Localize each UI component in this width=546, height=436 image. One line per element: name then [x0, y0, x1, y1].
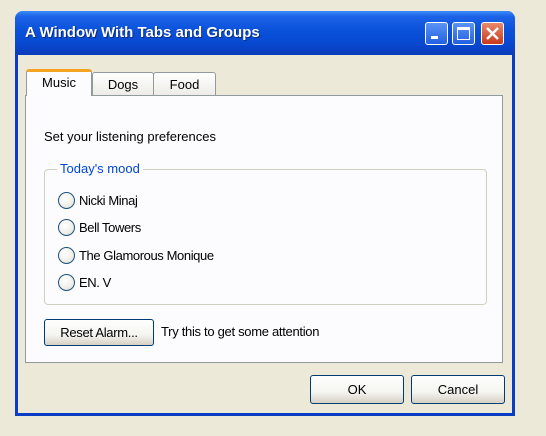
- panel-prompt: Set your listening preferences: [44, 129, 216, 144]
- close-icon: [486, 27, 499, 40]
- maximize-icon: [457, 27, 470, 40]
- ok-button[interactable]: OK: [310, 375, 404, 404]
- radio-option-bell-towers[interactable]: Bell Towers: [58, 217, 141, 237]
- radio-option-en-v[interactable]: EN. V: [58, 272, 111, 292]
- minimize-button[interactable]: [425, 22, 448, 45]
- mood-group-title: Today's mood: [57, 161, 143, 176]
- title-bar[interactable]: A Window With Tabs and Groups: [15, 11, 515, 55]
- reset-hint: Try this to get some attention: [161, 324, 320, 339]
- window-client-area: Music Dogs Food Set your listening prefe…: [18, 55, 512, 413]
- tab-food-label: Food: [169, 77, 200, 92]
- maximize-button[interactable]: [452, 22, 475, 45]
- window-title: A Window With Tabs and Groups: [25, 24, 260, 41]
- minimize-icon: [431, 36, 438, 39]
- radio-label: EN. V: [79, 274, 111, 290]
- close-button[interactable]: [481, 22, 504, 45]
- radio-button[interactable]: [58, 191, 75, 209]
- reset-alarm-button[interactable]: Reset Alarm...: [44, 319, 154, 346]
- tab-food[interactable]: Food: [153, 72, 216, 96]
- mood-group: Today's mood Nicki Minaj Bell Towers The…: [44, 161, 487, 305]
- radio-button[interactable]: [58, 273, 75, 291]
- tab-dogs-label: Dogs: [107, 77, 139, 92]
- radio-button[interactable]: [58, 218, 75, 236]
- tab-panel-music: Set your listening preferences Today's m…: [25, 95, 503, 363]
- radio-label: Bell Towers: [79, 219, 141, 235]
- radio-button[interactable]: [58, 246, 75, 264]
- tab-music-label: Music: [42, 75, 76, 90]
- dialog-window: A Window With Tabs and Groups Music Dogs: [15, 11, 515, 416]
- radio-label: Nicki Minaj: [79, 192, 138, 208]
- radio-option-glamorous-monique[interactable]: The Glamorous Monique: [58, 245, 214, 265]
- tab-dogs[interactable]: Dogs: [92, 72, 154, 96]
- tab-music[interactable]: Music: [26, 69, 92, 96]
- radio-label: The Glamorous Monique: [79, 247, 214, 263]
- cancel-button[interactable]: Cancel: [411, 375, 505, 404]
- radio-option-nicki-minaj[interactable]: Nicki Minaj: [58, 190, 138, 210]
